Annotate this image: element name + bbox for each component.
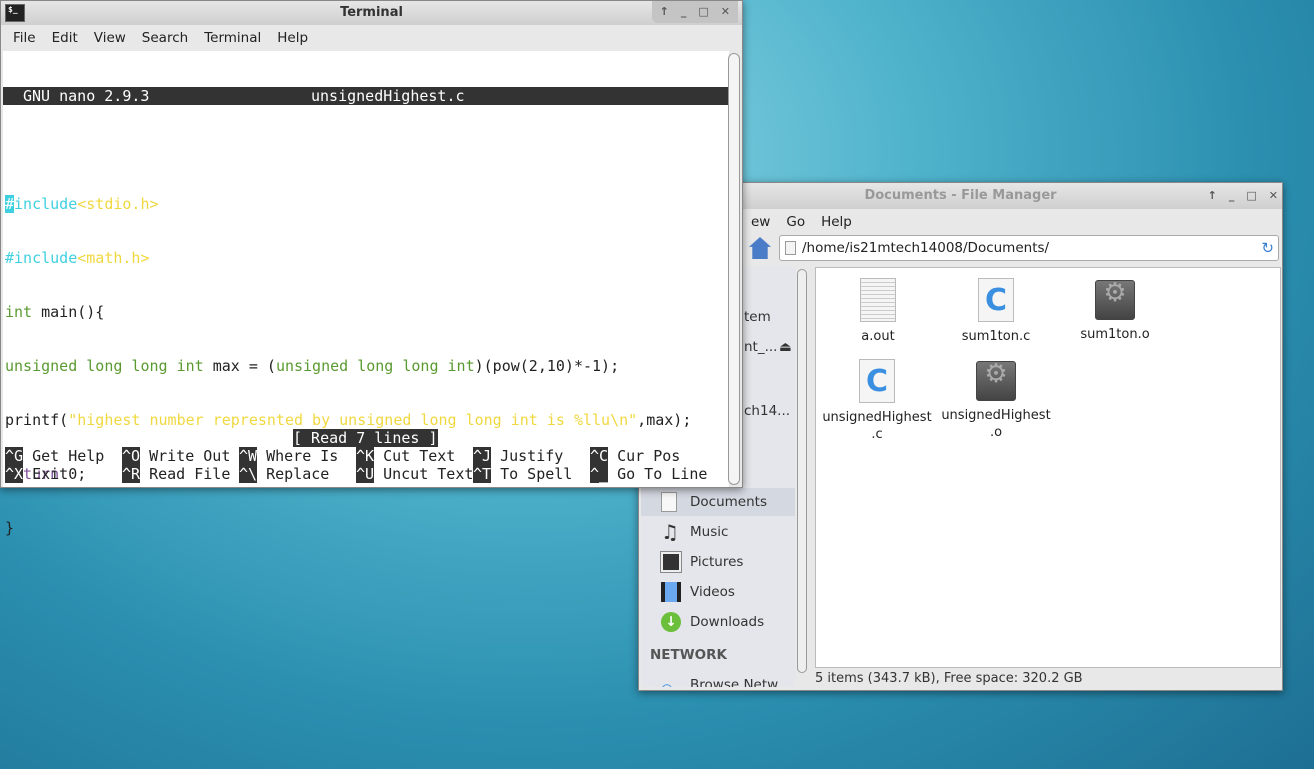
menu-terminal[interactable]: Terminal <box>196 30 269 46</box>
shortcut-key: ^_ <box>590 465 609 483</box>
file-item[interactable]: sum1ton.c <box>936 278 1056 345</box>
reload-icon[interactable]: ↻ <box>1261 236 1274 260</box>
c-source-icon <box>978 278 1014 322</box>
minimize-button[interactable]: _ <box>681 1 687 23</box>
code-line: int main(){ <box>5 303 105 321</box>
nano-shortcut: ^J Justify <box>473 447 563 465</box>
nano-shortcut: ^R Read File <box>122 465 230 483</box>
nano-shortcut: ^\ Replace <box>239 465 329 483</box>
shortcut-key: ^G <box>5 447 24 465</box>
shortcut-label: Replace <box>266 465 330 483</box>
shortcut-key: ^O <box>122 447 141 465</box>
shortcut-key: ^W <box>239 447 258 465</box>
terminal-title: Terminal <box>340 5 403 20</box>
file-name: unsignedHighest .o <box>941 408 1051 440</box>
nano-shortcut: ^U Uncut Text <box>356 465 473 483</box>
network-icon: ◠ <box>661 675 681 687</box>
terminal-titlebar[interactable]: $_ Terminal ↑ _ □ ✕ <box>1 1 742 25</box>
nano-shortcut: ^O Write Out <box>122 447 230 465</box>
code-line: } <box>5 519 15 537</box>
shortcut-key: ^T <box>473 465 492 483</box>
shortcut-label: Where Is <box>266 447 339 465</box>
shortcut-label: Go To Line <box>617 465 708 483</box>
terminal-icon: $_ <box>5 4 25 22</box>
sidebar-scrollbar[interactable] <box>797 269 807 673</box>
code-line: #include<stdio.h> <box>5 195 159 213</box>
shortcut-label: Uncut Text <box>383 465 474 483</box>
shortcut-key: ^R <box>122 465 141 483</box>
nano-shortcut: ^G Get Help <box>5 447 104 465</box>
menu-file[interactable]: File <box>5 30 44 46</box>
nano-filename: unsignedHighest.c <box>311 87 465 105</box>
shortcut-key: ^K <box>356 447 375 465</box>
minimize-button[interactable]: _ <box>1229 183 1235 209</box>
fm-title: Documents - File Manager <box>864 188 1057 203</box>
terminal-window: $_ Terminal ↑ _ □ ✕ File Edit View Search Termin… <box>0 0 743 537</box>
status-bar: 5 items (343.7 kB), Free space: 320.2 GB <box>815 671 1083 686</box>
file-item[interactable]: unsignedHighest .o <box>936 361 1056 441</box>
nano-shortcut: ^W Where Is <box>239 447 338 465</box>
maximize-button[interactable]: □ <box>1246 183 1256 209</box>
nano-shortcut: ^T To Spell <box>473 465 572 483</box>
shortcut-key: ^X <box>5 465 24 483</box>
code-line: printf("highest number represnted by uns… <box>5 411 692 429</box>
object-file-icon <box>1095 280 1135 320</box>
menu-go[interactable]: Go <box>778 214 813 230</box>
close-button[interactable]: ✕ <box>721 1 730 23</box>
shortcut-label: Write Out <box>149 447 231 465</box>
shortcut-label: Justify <box>500 447 564 465</box>
mount-label: nt_... <box>744 339 778 355</box>
text-file-icon <box>860 278 896 322</box>
shortcut-label: Cut Text <box>383 447 456 465</box>
file-name: sum1ton.c <box>961 329 1031 344</box>
c-source-icon <box>859 359 895 403</box>
menu-view[interactable]: ew <box>743 214 778 230</box>
file-item[interactable]: unsignedHighest .c <box>817 359 937 443</box>
menu-help[interactable]: Help <box>813 214 860 230</box>
maximize-button[interactable]: □ <box>698 1 708 23</box>
keep-above-icon[interactable]: ↑ <box>660 1 669 23</box>
object-file-icon <box>976 361 1016 401</box>
shortcut-key: ^C <box>590 447 609 465</box>
code-line: #include<math.h> <box>5 249 150 267</box>
shortcut-label: Get Help <box>32 447 105 465</box>
shortcut-key: ^J <box>473 447 492 465</box>
nano-editor[interactable]: GNU nano 2.9.3 unsignedHighest.c #include… <box>3 51 729 537</box>
shortcut-label: Read File <box>149 465 231 483</box>
file-name: unsignedHighest .c <box>822 410 932 442</box>
nano-shortcut: ^K Cut Text <box>356 447 455 465</box>
keep-above-icon[interactable]: ↑ <box>1208 183 1217 209</box>
shortcut-key: ^\ <box>239 465 258 483</box>
shortcut-label: To Spell <box>500 465 573 483</box>
nano-status: [ Read 7 lines ] <box>293 429 438 447</box>
sidebar-label: Browse Netw <box>690 677 779 687</box>
nano-version: GNU nano 2.9.3 <box>23 87 150 105</box>
file-name: sum1ton.o <box>1080 327 1150 342</box>
home-icon[interactable] <box>749 237 771 259</box>
nano-shortcut: ^C Cur Pos <box>590 447 680 465</box>
nano-shortcut: ^_ Go To Line <box>590 465 707 483</box>
location-bar[interactable]: /home/is21mtech14008/Documents/ ↻ <box>779 235 1279 261</box>
nano-shortcut: ^X Exit <box>5 465 68 483</box>
close-button[interactable]: ✕ <box>1269 183 1278 209</box>
path-text: /home/is21mtech14008/Documents/ <box>802 240 1050 256</box>
file-icon <box>785 241 796 255</box>
sidebar-item-browse-network[interactable]: ◠ Browse Netw <box>641 671 795 687</box>
shortcut-key: ^U <box>356 465 375 483</box>
network-header: NETWORK <box>650 647 727 663</box>
shortcut-label: Cur Pos <box>617 447 681 465</box>
file-name: a.out <box>861 329 895 344</box>
file-view: a.out sum1ton.c sum1ton.o unsignedHighes… <box>815 267 1281 668</box>
nano-header: GNU nano 2.9.3 unsignedHighest.c <box>3 87 729 105</box>
menu-help[interactable]: Help <box>269 30 316 46</box>
eject-icon[interactable]: ⏏ <box>779 333 792 361</box>
code-line: unsigned long long int max = (unsigned l… <box>5 357 620 375</box>
menu-edit[interactable]: Edit <box>44 30 86 46</box>
menu-view[interactable]: View <box>86 30 134 46</box>
menu-search[interactable]: Search <box>134 30 196 46</box>
shortcut-label: Exit <box>32 465 69 483</box>
file-item[interactable]: sum1ton.o <box>1055 280 1175 343</box>
terminal-scrollbar[interactable] <box>728 53 740 485</box>
file-item[interactable]: a.out <box>818 278 938 345</box>
